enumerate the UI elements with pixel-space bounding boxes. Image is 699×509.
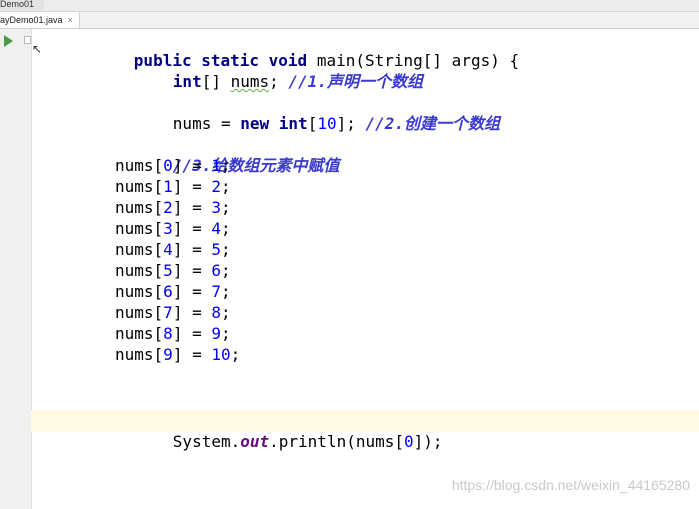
number-literal: 4 <box>163 240 173 259</box>
code-line: System.out.println(nums[0]); <box>0 410 699 451</box>
code-text: ] = <box>172 240 212 259</box>
static-field: out <box>240 432 270 451</box>
number-literal: 8 <box>211 303 221 322</box>
code-text: ; <box>220 303 231 322</box>
code-text: nums[ <box>115 177 164 196</box>
code-line: nums[8] = 9; <box>0 323 699 344</box>
code-text: ] = <box>172 282 212 301</box>
code-line: public static void main(String[] args) { <box>0 29 699 70</box>
number-literal: 6 <box>211 261 221 280</box>
code-text: ; <box>220 177 231 196</box>
code-text: ] = <box>172 177 212 196</box>
number-literal: 7 <box>163 303 173 322</box>
code-text: ; <box>230 345 241 364</box>
keyword: int <box>172 72 202 91</box>
keyword: int <box>278 114 308 133</box>
watermark: https://blog.csdn.net/weixin_44165280 <box>451 477 690 493</box>
code-text: nums[ <box>115 198 164 217</box>
code-text: nums[ <box>115 303 164 322</box>
number-literal: 0 <box>163 156 173 175</box>
code-line: nums[6] = 7; <box>0 281 699 302</box>
code-text: ; <box>220 324 231 343</box>
comment: //2.创建一个数组 <box>365 114 501 133</box>
code-text: nums[ <box>115 156 164 175</box>
number-literal: 2 <box>211 177 221 196</box>
code-line: nums[0] = 1; <box>0 155 699 176</box>
code-line: nums[3] = 4; <box>0 218 699 239</box>
code-text: nums = <box>172 114 241 133</box>
code-text: ; <box>220 156 231 175</box>
code-text: ] = <box>172 219 212 238</box>
code-text: [] <box>201 72 231 91</box>
code-text: ]); <box>413 432 443 451</box>
code-text: System. <box>172 432 241 451</box>
code-line: nums = new int[10]; //2.创建一个数组 <box>0 92 699 133</box>
number-literal: 1 <box>163 177 173 196</box>
code-line: nums[2] = 3; <box>0 197 699 218</box>
number-literal: 6 <box>163 282 173 301</box>
code-text: ; <box>220 261 231 280</box>
code-text: ]; <box>336 114 366 133</box>
number-literal: 4 <box>211 219 221 238</box>
code-line: nums[9] = 10; <box>0 344 699 365</box>
number-literal: 10 <box>317 114 337 133</box>
code-line: nums[5] = 6; <box>0 260 699 281</box>
number-literal: 9 <box>163 345 173 364</box>
code-text: nums[ <box>115 261 164 280</box>
code-text: nums[ <box>115 240 164 259</box>
code-text: nums[ <box>115 219 164 238</box>
comment: //1.声明一个数组 <box>288 72 423 91</box>
number-literal: 0 <box>404 432 414 451</box>
code-text: ; <box>269 72 289 91</box>
code-line: nums[1] = 2; <box>0 176 699 197</box>
code-text: nums[ <box>115 324 164 343</box>
code-line: //3.给数组元素中赋值 <box>0 134 699 175</box>
code-text: ] = <box>172 345 212 364</box>
number-literal: 7 <box>211 282 221 301</box>
code-text: ] = <box>172 324 212 343</box>
code-editor[interactable]: public static void main(String[] args) {… <box>0 0 699 509</box>
number-literal: 8 <box>163 324 173 343</box>
variable-name: nums <box>230 72 270 91</box>
code-text: ] = <box>172 156 212 175</box>
code-text: ] = <box>172 261 212 280</box>
number-literal: 3 <box>163 219 173 238</box>
number-literal: 5 <box>211 240 221 259</box>
number-literal: 1 <box>211 156 221 175</box>
code-line: nums[4] = 5; <box>0 239 699 260</box>
code-text: .println(nums[ <box>269 432 404 451</box>
number-literal: 2 <box>163 198 173 217</box>
code-text: ; <box>220 198 231 217</box>
keyword: new <box>240 114 270 133</box>
code-text: nums[ <box>115 282 164 301</box>
code-text: ] = <box>172 303 212 322</box>
code-text: ; <box>220 240 231 259</box>
number-literal: 3 <box>211 198 221 217</box>
code-text: ; <box>220 219 231 238</box>
code-text: nums[ <box>115 345 164 364</box>
number-literal: 5 <box>163 261 173 280</box>
code-line: nums[7] = 8; <box>0 302 699 323</box>
code-text: ] = <box>172 198 212 217</box>
number-literal: 9 <box>211 324 221 343</box>
code-text: ; <box>220 282 231 301</box>
code-line: int[] nums; //1.声明一个数组 <box>0 50 699 91</box>
number-literal: 10 <box>211 345 231 364</box>
code-text: [ <box>307 114 318 133</box>
